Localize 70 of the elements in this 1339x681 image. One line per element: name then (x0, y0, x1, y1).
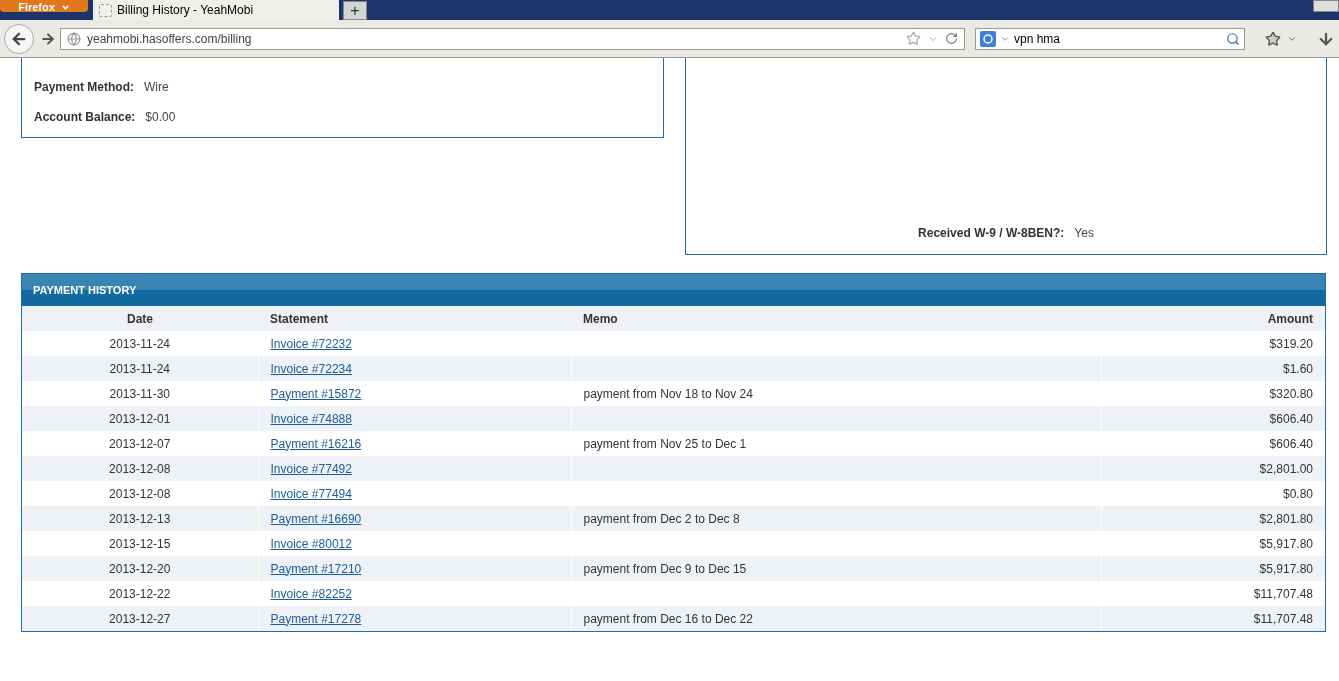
column-header: Memo (571, 306, 1101, 331)
date-cell: 2013-12-01 (22, 406, 258, 431)
amount-cell: $320.80 (1101, 381, 1325, 406)
date-cell: 2013-11-30 (22, 381, 258, 406)
url-text: yeahmobi.hasoffers.com/billing (87, 31, 253, 46)
field-label: Payment Method: (34, 80, 134, 94)
date-cell: 2013-12-07 (22, 431, 258, 456)
amount-cell: $2,801.80 (1101, 506, 1325, 531)
amount-cell: $11,707.48 (1101, 606, 1325, 631)
bookmarks-icon[interactable] (1265, 30, 1281, 47)
statement-link[interactable]: Invoice #82252 (270, 586, 352, 601)
statement-link[interactable]: Payment #16216 (270, 436, 362, 451)
forward-icon[interactable] (40, 30, 56, 47)
page-icon (99, 3, 112, 17)
amount-cell: $5,917.80 (1101, 531, 1325, 556)
browser-tab[interactable]: Billing History - YeahMobi (93, 0, 339, 20)
memo-cell: payment from Dec 9 to Dec 15 (571, 556, 1101, 581)
amount-cell: $5,917.80 (1101, 556, 1325, 581)
date-cell: 2013-11-24 (22, 356, 258, 381)
column-header: Statement (258, 306, 571, 331)
column-header: Amount (1101, 306, 1325, 331)
back-button[interactable] (4, 23, 34, 54)
reload-icon[interactable] (945, 32, 958, 45)
statement-link[interactable]: Payment #17278 (270, 611, 362, 626)
amount-cell: $606.40 (1101, 406, 1325, 431)
statement-link[interactable]: Invoice #72234 (270, 361, 352, 376)
statement-link[interactable]: Invoice #77494 (270, 486, 352, 501)
field-value: $0.00 (145, 110, 176, 124)
date-cell: 2013-12-27 (22, 606, 258, 631)
memo-cell: payment from Dec 2 to Dec 8 (571, 506, 1101, 531)
panel-title: PAYMENT HISTORY (33, 284, 137, 296)
date-cell: 2013-12-13 (22, 506, 258, 531)
memo-cell: payment from Nov 18 to Nov 24 (571, 381, 1101, 406)
date-cell: 2013-12-15 (22, 531, 258, 556)
search-text: vpn hma (1014, 31, 1062, 46)
statement-link[interactable]: Invoice #74888 (270, 411, 352, 426)
memo-cell: payment from Dec 16 to Dec 22 (571, 606, 1101, 631)
caret-icon (60, 3, 70, 12)
field-value: Wire (144, 80, 169, 94)
field-label: Received W-9 / W-8BEN?: (918, 226, 1065, 240)
amount-cell: $606.40 (1101, 431, 1325, 456)
date-cell: 2013-11-24 (22, 331, 258, 356)
search-icon[interactable] (1226, 31, 1240, 46)
date-cell: 2013-12-08 (22, 481, 258, 506)
new-tab-button[interactable]: + (343, 1, 367, 20)
search-field[interactable]: vpn hma (975, 27, 1245, 50)
field-label: Account Balance: (34, 110, 136, 124)
column-header: Date (22, 306, 258, 331)
amount-cell: $11,707.48 (1101, 581, 1325, 606)
star-icon[interactable] (906, 31, 921, 46)
field-value: Yes (1074, 226, 1094, 240)
amount-cell: $2,801.00 (1101, 456, 1325, 481)
statement-link[interactable]: Payment #15872 (270, 386, 362, 401)
date-cell: 2013-12-22 (22, 581, 258, 606)
address-bar[interactable]: yeahmobi.hasoffers.com/billing (60, 27, 965, 50)
memo-cell: payment from Nov 25 to Dec 1 (571, 431, 1101, 456)
window-controls-icon[interactable] (1313, 0, 1339, 12)
search-engine-icon[interactable] (980, 30, 996, 47)
date-cell: 2013-12-08 (22, 456, 258, 481)
statement-link[interactable]: Invoice #80012 (270, 536, 352, 551)
statement-link[interactable]: Invoice #77492 (270, 461, 352, 476)
amount-cell: $0.80 (1101, 481, 1325, 506)
date-cell: 2013-12-20 (22, 556, 258, 581)
globe-icon (67, 31, 81, 46)
amount-cell: $1.60 (1101, 356, 1325, 381)
statement-link[interactable]: Invoice #72232 (270, 336, 352, 351)
amount-cell: $319.20 (1101, 331, 1325, 356)
tab-title: Billing History - YeahMobi (117, 3, 254, 17)
statement-link[interactable]: Payment #16690 (270, 511, 362, 526)
statement-link[interactable]: Payment #17210 (270, 561, 362, 576)
